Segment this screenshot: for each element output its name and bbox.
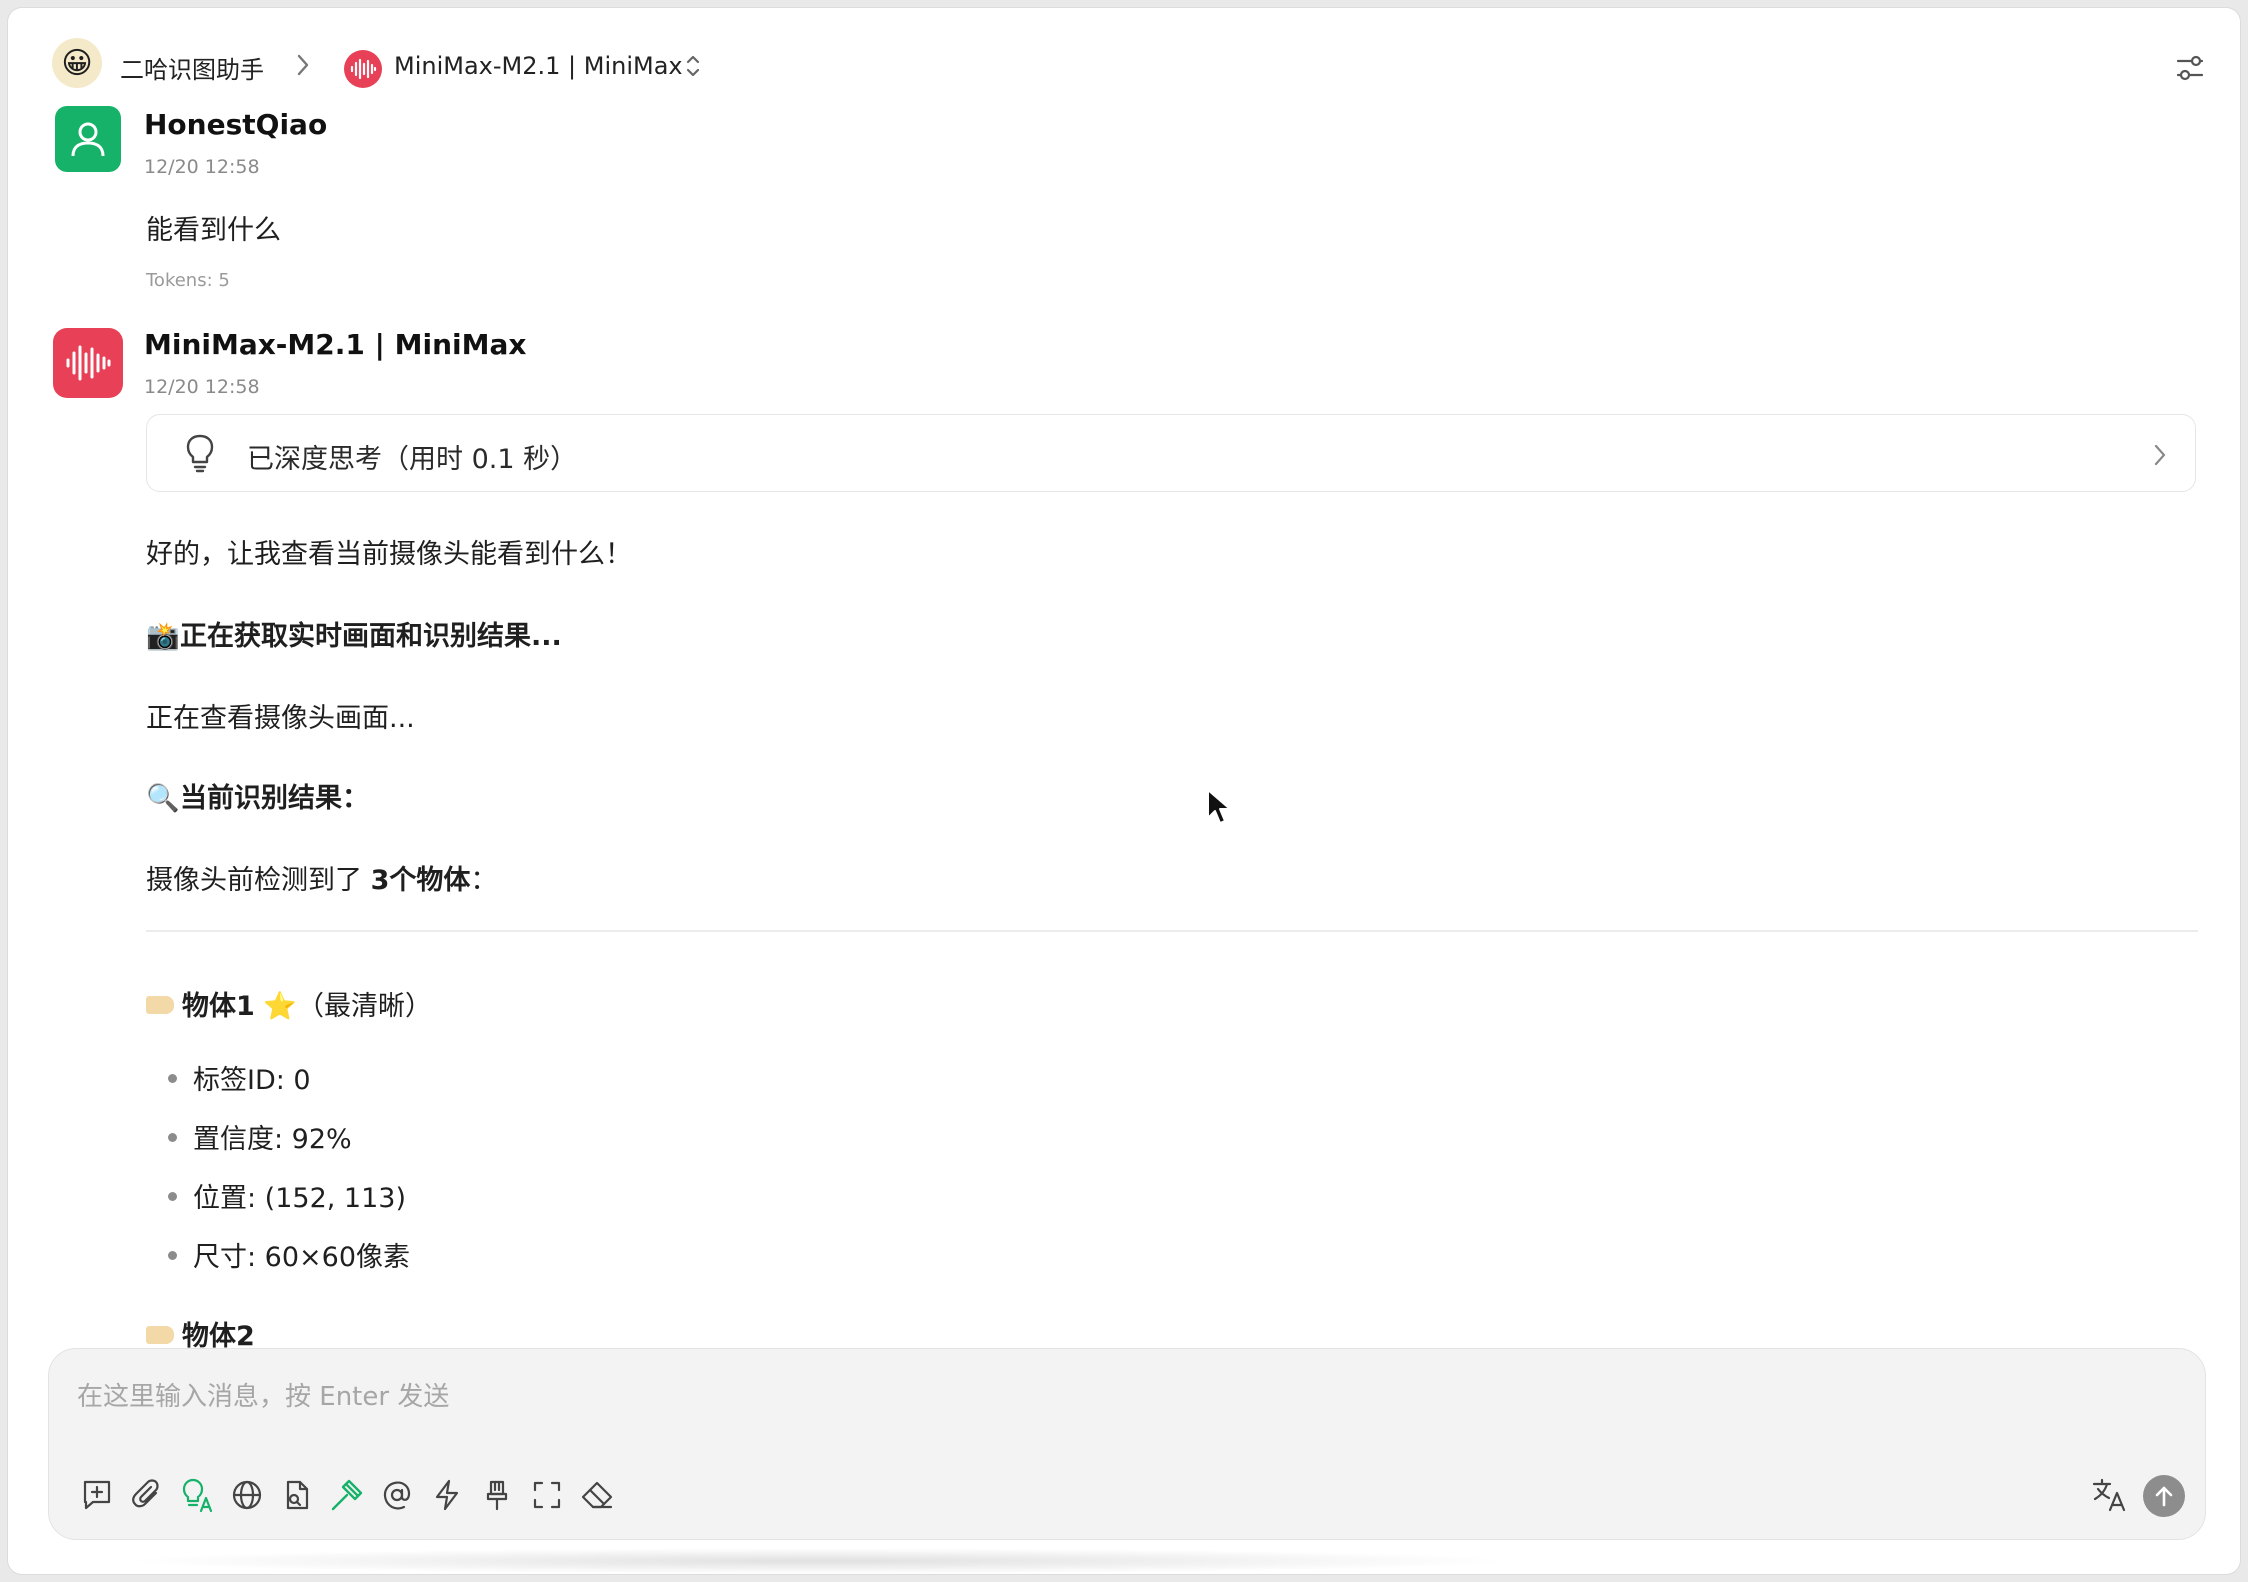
model-message-time: 12/20 12:58 (144, 376, 260, 398)
object1-note: （最清晰） (297, 991, 433, 1022)
fetching-text: 正在获取实时画面和识别结果... (180, 621, 562, 652)
chat-window: 😀 二哈识图助手 MiniMax-M2.1 | MiniMax HonestQi… (8, 8, 2240, 1574)
magnifier-icon: 🔍 (146, 783, 180, 814)
assistant-name[interactable]: 二哈识图助手 (120, 50, 264, 85)
thinking-label: 已深度思考（用时 0.1 秒） (247, 444, 578, 475)
list-item: 标签ID: 0 (168, 1058, 311, 1097)
translate-icon[interactable] (2087, 1473, 2131, 1517)
star-icon: ⭐ (263, 991, 298, 1022)
model-selector[interactable]: MiniMax-M2.1 | MiniMax (394, 52, 683, 80)
user-avatar (55, 106, 121, 172)
thinking-panel[interactable]: 已深度思考（用时 0.1 秒） (146, 414, 2196, 492)
detected-summary: 摄像头前检测到了 3个物体： (146, 858, 497, 897)
model-avatar (53, 328, 123, 398)
mention-icon[interactable] (375, 1473, 419, 1517)
knowledge-icon[interactable] (275, 1473, 319, 1517)
web-search-icon[interactable] (225, 1473, 269, 1517)
user-author-name: HonestQiao (144, 108, 328, 141)
object1-position: 位置: (152, 113) (193, 1183, 406, 1214)
object1-size: 尺寸: 60×60像素 (193, 1242, 411, 1273)
object1-heading: 物体1 ⭐（最清晰） (146, 984, 432, 1023)
arrow-up-icon (2155, 1486, 2173, 1507)
composer-shadow (118, 1548, 1518, 1574)
bullet-dot (168, 1192, 177, 1201)
list-item: 尺寸: 60×60像素 (168, 1235, 410, 1274)
send-button[interactable] (2143, 1475, 2185, 1517)
reply-intro: 好的，让我查看当前摄像头能看到什么！ (146, 539, 632, 570)
detected-prefix: 摄像头前检测到了 (146, 865, 371, 896)
mouse-pointer-icon (1206, 788, 1232, 830)
divider (146, 930, 2198, 932)
chevron-up-down-icon[interactable] (684, 52, 702, 84)
camera-flash-icon: 📸 (146, 621, 180, 652)
reasoning-icon[interactable] (175, 1473, 219, 1517)
result-heading: 🔍当前识别结果： (146, 776, 369, 815)
label-tag-icon (146, 1325, 174, 1344)
top-bar: 😀 二哈识图助手 MiniMax-M2.1 | MiniMax (8, 8, 2240, 112)
token-count: Tokens: 5 (146, 270, 230, 291)
message-input[interactable] (77, 1377, 1977, 1417)
quick-phrase-icon[interactable] (425, 1473, 469, 1517)
bullet-dot (168, 1133, 177, 1142)
assistant-emoji: 😀 (61, 45, 93, 81)
list-item: 位置: (152, 113) (168, 1176, 406, 1215)
object1-title: 物体1 (182, 991, 255, 1022)
object1-label-id: 标签ID: 0 (193, 1065, 311, 1096)
lightbulb-icon (183, 433, 217, 477)
assistant-avatar[interactable]: 😀 (52, 38, 102, 88)
viewing-status: 正在查看摄像头画面... (146, 703, 415, 734)
bullet-dot (168, 1074, 177, 1083)
user-message-time: 12/20 12:58 (144, 156, 260, 178)
object1-confidence: 置信度: 92% (193, 1124, 352, 1155)
bullet-dot (168, 1251, 177, 1260)
chevron-right-icon (2151, 441, 2169, 473)
list-item: 置信度: 92% (168, 1117, 352, 1156)
detected-count: 3个物体 (370, 865, 471, 896)
chevron-right-icon (294, 52, 312, 82)
settings-sliders-icon[interactable] (2174, 52, 2206, 88)
clear-icon[interactable] (575, 1473, 619, 1517)
user-message-text: 能看到什么 (146, 215, 281, 246)
fetching-status: 📸正在获取实时画面和识别结果... (146, 614, 562, 653)
attachment-icon[interactable] (125, 1473, 169, 1517)
label-tag-icon (146, 995, 174, 1014)
model-author-name: MiniMax-M2.1 | MiniMax (144, 328, 527, 361)
pin-icon[interactable] (475, 1473, 519, 1517)
new-topic-icon[interactable] (75, 1473, 119, 1517)
message-composer (48, 1348, 2206, 1540)
detected-suffix: ： (470, 865, 498, 896)
fullscreen-icon[interactable] (525, 1473, 569, 1517)
result-heading-text: 当前识别结果： (180, 783, 369, 814)
mcp-tools-icon[interactable] (325, 1473, 369, 1517)
model-logo-icon[interactable] (344, 50, 382, 88)
